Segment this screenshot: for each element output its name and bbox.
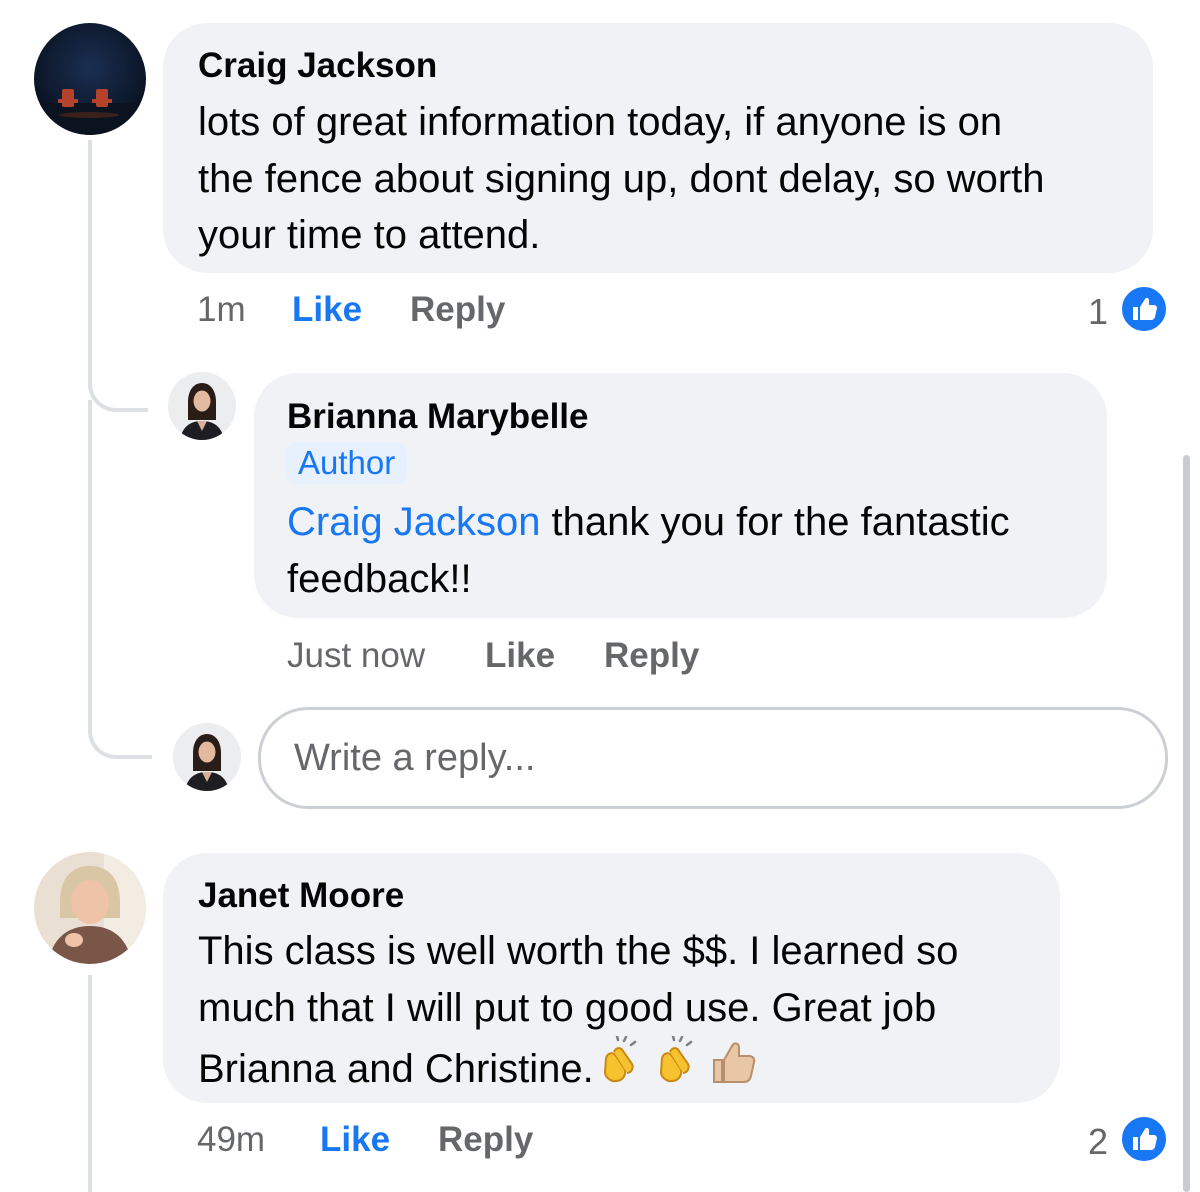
comment-text-line: This class is well worth the $$. I learn… <box>198 929 959 973</box>
woman-photo-avatar-image <box>173 723 241 791</box>
clapping-hands-icon <box>594 1034 650 1104</box>
reply-text: Craig Jackson thank you for the fantasti… <box>287 494 1087 607</box>
woman-photo-avatar-image <box>34 852 146 964</box>
comment-text-line: the fence about signing up, dont delay, … <box>198 156 1045 201</box>
reply-time[interactable]: Just now <box>287 636 425 676</box>
comment-text-line: lots of great information today, if anyo… <box>198 100 1003 144</box>
beach-chairs-avatar-image <box>34 23 146 135</box>
comment-text: lots of great information today, if anyo… <box>198 94 1138 264</box>
like-button[interactable]: Like <box>292 290 362 330</box>
comment-time[interactable]: 1m <box>197 290 246 330</box>
avatar[interactable] <box>34 23 146 135</box>
thread-connector <box>88 400 152 759</box>
reaction-count[interactable]: 2 <box>1088 1121 1108 1163</box>
thumbs-up-icon[interactable] <box>1119 284 1169 334</box>
clapping-hands-icon <box>650 1034 706 1104</box>
comment-text-line: your time to attend. <box>198 213 541 257</box>
reply-button[interactable]: Reply <box>438 1120 533 1160</box>
comment-author[interactable]: Janet Moore <box>198 876 404 916</box>
reply-author[interactable]: Brianna Marybelle <box>287 397 589 437</box>
avatar[interactable] <box>173 723 241 791</box>
avatar[interactable] <box>34 852 146 964</box>
scrollbar[interactable] <box>1183 455 1190 1192</box>
comment-text-line-content: Brianna and Christine. <box>198 1047 594 1091</box>
reply-button[interactable]: Reply <box>604 636 699 676</box>
reply-button[interactable]: Reply <box>410 290 505 330</box>
reply-input[interactable] <box>292 732 1136 784</box>
comment-author[interactable]: Craig Jackson <box>198 46 437 86</box>
reply-text-line: feedback!! <box>287 556 472 601</box>
comment-time[interactable]: 49m <box>197 1120 265 1160</box>
thumbs-up-emoji-icon <box>706 1036 762 1104</box>
reaction-count[interactable]: 1 <box>1088 291 1108 333</box>
reply-text-rest: thank you for the fantastic <box>540 500 1010 544</box>
woman-photo-avatar-image <box>168 372 236 440</box>
mention-link[interactable]: Craig Jackson <box>287 500 540 544</box>
like-button[interactable]: Like <box>320 1120 390 1160</box>
thumbs-up-icon[interactable] <box>1119 1114 1169 1164</box>
like-button[interactable]: Like <box>485 636 555 676</box>
thread-line <box>88 140 92 370</box>
comment-text-line: much that I will put to good use. Great … <box>198 985 937 1030</box>
comment-text-line: Brianna and Christine. <box>198 1034 1048 1104</box>
avatar[interactable] <box>168 372 236 440</box>
reply-text-line: Craig Jackson thank you for the fantasti… <box>287 494 1087 551</box>
comment-text: This class is well worth the $$. I learn… <box>198 923 1048 1104</box>
author-badge: Author <box>286 442 408 484</box>
thread-line <box>88 975 92 1192</box>
